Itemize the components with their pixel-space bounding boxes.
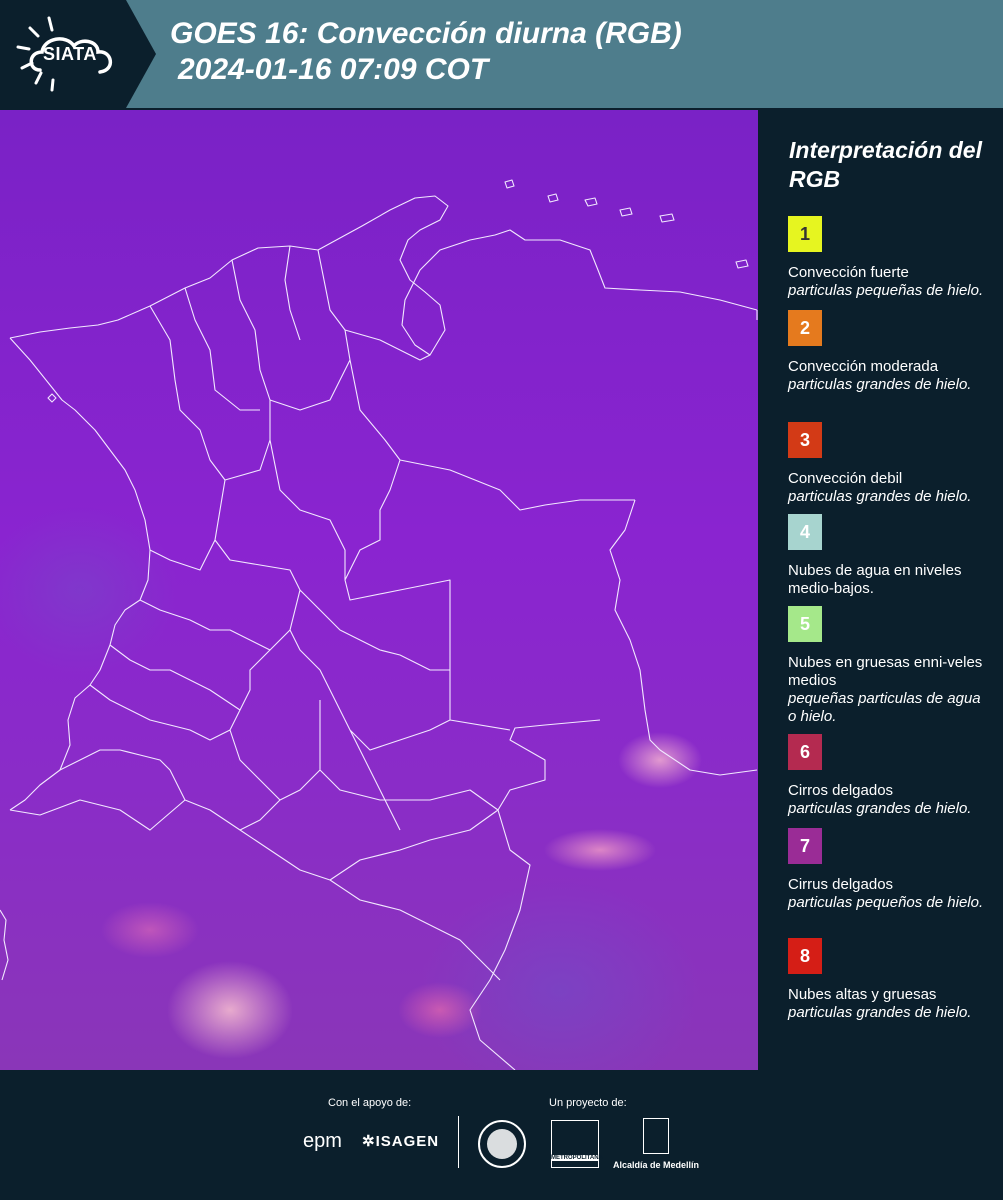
map-borders (0, 179, 758, 1070)
legend-swatch-6: 6 (788, 734, 822, 770)
isagen-text: ISAGEN (375, 1133, 440, 1150)
page-title: GOES 16: Convección diurna (RGB) 2024-01… (170, 16, 682, 88)
legend-label-3: Convección debil (788, 470, 903, 487)
coastline-caribbean (9, 195, 758, 356)
alcaldia-shield-icon (643, 1118, 669, 1154)
legend-label-1: Convección fuerte (788, 264, 909, 281)
legend-item-1: 1 Convección fuerte particulas pequeñas … (788, 216, 993, 300)
legend-sublabel-1: particulas pequeñas de hielo. (788, 282, 984, 299)
legend-sublabel-7: particulas pequeños de hielo. (788, 894, 984, 911)
legend-swatch-2: 2 (788, 310, 822, 346)
legend-label-5: Nubes en gruesas enni-veles medios (788, 654, 983, 689)
area-metropolitana-text: METROPOLITANA (551, 1155, 603, 1161)
satellite-map[interactable] (0, 110, 758, 1070)
department-borders (59, 245, 635, 881)
alcaldia-text: Alcaldía de Medellín (613, 1160, 700, 1170)
legend-item-8: 8 Nubes altas y gruesas particulas grand… (788, 938, 993, 1022)
island-san-andres (47, 393, 57, 403)
legend-swatch-7: 7 (788, 828, 822, 864)
legend-sublabel-6: particulas grandes de hielo. (788, 800, 972, 817)
legend-panel: Interpretación del RGB 1 Convección fuer… (760, 110, 1003, 1070)
footer: Con el apoyo de: Un proyecto de: epm ✲IS… (0, 1070, 1003, 1200)
legend-item-2: 2 Convección moderada particulas grandes… (788, 310, 993, 394)
legend-swatch-5: 5 (788, 606, 822, 642)
page: SIATA GOES 16: Convección diurna (RGB) 2… (0, 0, 1003, 1200)
epm-logo: epm (303, 1130, 342, 1152)
project-label: Un proyecto de: (549, 1097, 627, 1109)
legend-swatch-1: 1 (788, 216, 822, 252)
legend-sublabel-2: particulas grandes de hielo. (788, 376, 972, 393)
legend-item-4: 4 Nubes de agua en niveles medio-bajos. (788, 514, 993, 598)
legend-swatch-4: 4 (788, 514, 822, 550)
border-south (9, 799, 501, 981)
legend-swatch-3: 3 (788, 422, 822, 458)
logo-text: SIATA (43, 44, 97, 64)
university-seal-icon (478, 1120, 526, 1168)
legend-sublabel-8: particulas grandes de hielo. (788, 1004, 972, 1021)
legend-label-7: Cirrus delgados (788, 876, 894, 893)
isagen-logo: ✲ISAGEN (362, 1132, 439, 1150)
siata-logo: SIATA (0, 0, 156, 108)
legend-sublabel-3: particulas grandes de hielo. (788, 488, 972, 505)
legend-sublabel-5: pequeñas particulas de agua o hielo. (788, 690, 981, 725)
legend-item-5: 5 Nubes en gruesas enni-veles medios peq… (788, 606, 993, 726)
legend-label-4: Nubes de agua en niveles medio-bajos. (788, 562, 962, 597)
legend-item-7: 7 Cirrus delgados particulas pequeños de… (788, 828, 993, 912)
header-bar: SIATA GOES 16: Convección diurna (RGB) 2… (0, 0, 1003, 108)
legend-label-6: Cirros delgados (788, 782, 894, 799)
title-line-1: GOES 16: Convección diurna (RGB) (170, 17, 682, 50)
legend-label-8: Nubes altas y gruesas (788, 986, 937, 1003)
isagen-icon: ✲ (362, 1133, 376, 1150)
support-label: Con el apoyo de: (328, 1097, 412, 1109)
footer-divider (458, 1116, 459, 1168)
border-national (469, 310, 758, 1070)
title-line-2: 2024-01-16 07:09 COT (178, 53, 489, 86)
legend-item-6: 6 Cirros delgados particulas grandes de … (788, 734, 993, 818)
legend-title: Interpretación del RGB (789, 137, 982, 192)
seal-inner (487, 1129, 517, 1159)
coastline-pacific (9, 337, 151, 811)
legend-label-2: Convección moderada (788, 358, 939, 375)
legend-swatch-8: 8 (788, 938, 822, 974)
legend-item-3: 3 Convección debil particulas grandes de… (788, 422, 993, 506)
